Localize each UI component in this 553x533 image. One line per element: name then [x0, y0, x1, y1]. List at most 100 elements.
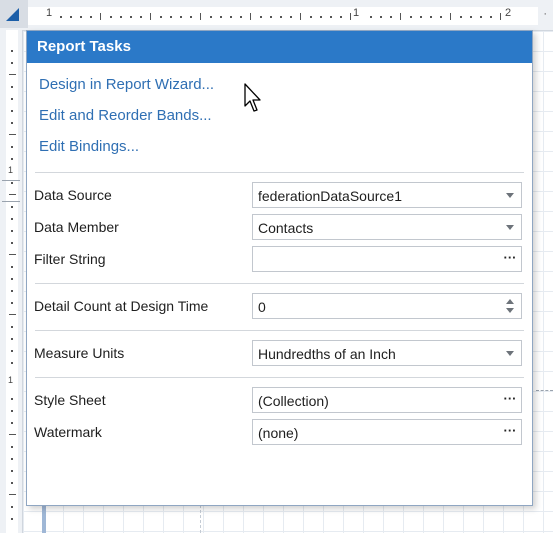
- band-splitter-icon[interactable]: [2, 180, 20, 202]
- ellipsis-button[interactable]: ···: [499, 388, 521, 412]
- property-row-detail-count: Detail Count at Design Time 0: [27, 291, 532, 323]
- ellipsis-icon: ···: [503, 422, 517, 438]
- ruler-tick: [250, 13, 251, 20]
- watermark-field[interactable]: (none) ···: [252, 419, 522, 445]
- spin-down-icon[interactable]: [506, 308, 514, 313]
- ruler-dot: [11, 338, 13, 340]
- ruler-dot: [470, 16, 472, 18]
- property-label: Style Sheet: [34, 392, 106, 408]
- property-row-watermark: Watermark (none) ···: [27, 417, 532, 449]
- ellipsis-button[interactable]: ···: [499, 247, 521, 271]
- ruler-dot: [11, 362, 13, 364]
- ruler-dot: [170, 16, 172, 18]
- ruler-number: 2: [505, 7, 512, 19]
- chevron-down-icon: [506, 192, 514, 198]
- property-label: Detail Count at Design Time: [34, 298, 209, 314]
- style-property-group: Style Sheet (Collection) ··· Watermark (…: [27, 378, 532, 456]
- ruler-dot: [11, 146, 13, 148]
- ruler-dot: [11, 230, 13, 232]
- ruler-dot: [230, 16, 232, 18]
- ruler-dot: [60, 16, 62, 18]
- mouse-pointer-icon: [244, 83, 261, 112]
- ruler-tick: [9, 434, 16, 435]
- margin-guide-line: [536, 390, 553, 391]
- ruler-dot: [11, 206, 13, 208]
- ruler-dot: [11, 278, 13, 280]
- property-label: Filter String: [34, 251, 106, 267]
- ruler-dot: [160, 16, 162, 18]
- ruler-tick: [9, 314, 16, 315]
- ruler-dot: [11, 470, 13, 472]
- ruler-dot: [410, 16, 412, 18]
- horizontal-ruler: 1 1 2 ·: [0, 0, 553, 31]
- dropdown-button[interactable]: [499, 183, 521, 207]
- filter-string-field[interactable]: ···: [252, 246, 522, 272]
- property-row-data-member: Data Member Contacts: [27, 212, 532, 244]
- ruler-dot: [11, 50, 13, 52]
- edit-bindings-link[interactable]: Edit Bindings...: [39, 137, 139, 157]
- ruler-dot: [330, 16, 332, 18]
- ruler-dot: [490, 16, 492, 18]
- ruler-tick: [9, 254, 16, 255]
- data-source-dropdown[interactable]: federationDataSource1: [252, 182, 522, 208]
- ruler-tick: [100, 13, 101, 20]
- spin-up-icon[interactable]: [506, 299, 514, 304]
- ruler-dot: [11, 422, 13, 424]
- ruler-dot: [11, 458, 13, 460]
- ruler-dot: [130, 16, 132, 18]
- vertical-ruler: 1 1: [0, 30, 23, 533]
- ruler-tick: [450, 13, 451, 20]
- ruler-dot: [120, 16, 122, 18]
- property-row-measure-units: Measure Units Hundredths of an Inch: [27, 338, 532, 370]
- ruler-dot: [11, 98, 13, 100]
- ruler-number: 1: [46, 7, 53, 19]
- ruler-tick: [9, 494, 16, 495]
- spin-arrows-icon[interactable]: [499, 294, 521, 318]
- ruler-corner[interactable]: [0, 0, 28, 28]
- ruler-dot: [240, 16, 242, 18]
- style-sheet-field[interactable]: (Collection) ···: [252, 387, 522, 413]
- ruler-dot: [320, 16, 322, 18]
- ruler-dot: [370, 16, 372, 18]
- chevron-down-icon: [506, 224, 514, 230]
- ruler-tick: [200, 13, 201, 20]
- ruler-dot: [290, 16, 292, 18]
- dropdown-button[interactable]: [499, 341, 521, 365]
- ruler-dot: [440, 16, 442, 18]
- ruler-tick: [400, 13, 401, 20]
- dropdown-button[interactable]: [499, 215, 521, 239]
- measure-units-dropdown[interactable]: Hundredths of an Inch: [252, 340, 522, 366]
- ruler-tick: [150, 13, 151, 20]
- data-property-group: Data Source federationDataSource1 Data M…: [27, 173, 532, 283]
- ruler-tick: [300, 13, 301, 20]
- detail-count-spinner[interactable]: 0: [252, 293, 522, 319]
- data-member-dropdown[interactable]: Contacts: [252, 214, 522, 240]
- property-row-filter-string: Filter String ···: [27, 244, 532, 276]
- ruler-tick: [500, 13, 501, 20]
- edit-and-reorder-bands-link[interactable]: Edit and Reorder Bands...: [39, 106, 212, 126]
- property-value: 0: [258, 299, 266, 315]
- ruler-corner-triangle-icon: [6, 8, 19, 21]
- ruler-dot: [11, 446, 13, 448]
- ellipsis-button[interactable]: ···: [499, 420, 521, 444]
- property-label: Measure Units: [34, 345, 125, 361]
- ruler-dot: [140, 16, 142, 18]
- design-in-report-wizard-link[interactable]: Design in Report Wizard...: [39, 75, 214, 95]
- ruler-dot: [110, 16, 112, 18]
- ruler-dot: [90, 16, 92, 18]
- ruler-dot: [11, 302, 13, 304]
- ruler-dot: [430, 16, 432, 18]
- property-value: (Collection): [258, 393, 329, 409]
- ellipsis-icon: ···: [503, 390, 517, 406]
- ruler-dot: [80, 16, 82, 18]
- ruler-tick: [9, 134, 16, 135]
- action-list: Design in Report Wizard... Edit and Reor…: [27, 63, 532, 172]
- property-row-data-source: Data Source federationDataSource1: [27, 180, 532, 212]
- ruler-dot: [210, 16, 212, 18]
- ruler-dot: [11, 518, 13, 520]
- ruler-dot: [11, 410, 13, 412]
- property-label: Watermark: [34, 424, 102, 440]
- panel-title: Report Tasks: [27, 31, 532, 63]
- ruler-dot: [11, 350, 13, 352]
- ruler-dot: [180, 16, 182, 18]
